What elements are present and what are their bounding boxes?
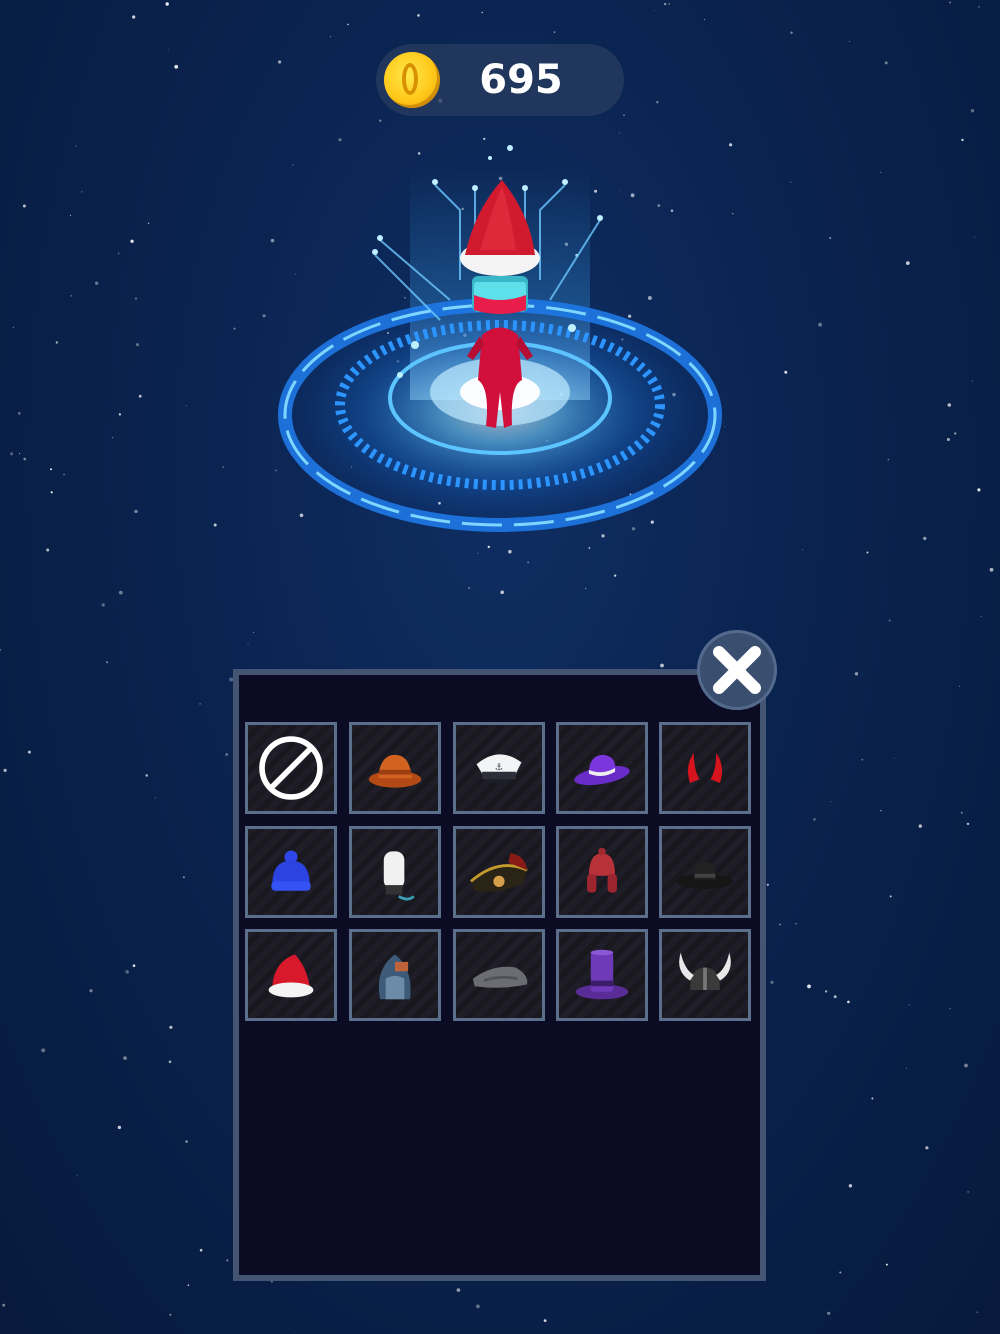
pirate-hat-icon xyxy=(470,853,528,892)
no-hat-icon xyxy=(259,736,323,800)
viking-helmet-slot[interactable] xyxy=(659,929,751,1021)
chef-hat-slot[interactable] xyxy=(349,826,441,918)
captain-hat-slot[interactable]: ⚓ xyxy=(453,722,545,814)
pirate-hat-slot[interactable] xyxy=(453,826,545,918)
top-hat-icon xyxy=(575,949,629,1000)
coin-counter: 695 xyxy=(376,44,624,116)
tricorn-icon xyxy=(472,966,528,988)
devil-horns-icon xyxy=(687,753,723,783)
character-platform xyxy=(270,145,730,532)
tricorn-slot[interactable] xyxy=(453,929,545,1021)
bucket-hat-slot[interactable] xyxy=(349,722,441,814)
close-icon xyxy=(713,646,761,694)
gold-coin-icon xyxy=(384,52,440,108)
trapper-hat-icon xyxy=(587,847,617,893)
close-button[interactable] xyxy=(697,630,777,710)
none-slot[interactable] xyxy=(245,722,337,814)
blue-beanie-slot[interactable] xyxy=(245,826,337,918)
devil-horns-slot[interactable] xyxy=(659,722,751,814)
black-hat-slot[interactable] xyxy=(659,826,751,918)
chef-hat-icon xyxy=(383,851,415,901)
fedora-hat-icon xyxy=(574,754,630,786)
santa-hat-icon xyxy=(268,954,314,998)
viking-helmet-icon xyxy=(679,952,731,990)
trapper-hat-slot[interactable] xyxy=(556,826,648,918)
black-hat-icon xyxy=(676,862,734,889)
captain-hat-icon: ⚓ xyxy=(476,754,522,783)
bucket-hat-icon xyxy=(368,754,422,788)
beanie-icon xyxy=(271,850,311,891)
purple-top-hat-slot[interactable] xyxy=(556,929,648,1021)
coin-value: 695 xyxy=(479,57,563,103)
santa-hat-slot[interactable] xyxy=(245,929,337,1021)
svg-text:⚓: ⚓ xyxy=(495,762,503,773)
hood-slot[interactable] xyxy=(349,929,441,1021)
purple-fedora-slot[interactable] xyxy=(556,722,648,814)
hood-icon xyxy=(378,954,411,1000)
